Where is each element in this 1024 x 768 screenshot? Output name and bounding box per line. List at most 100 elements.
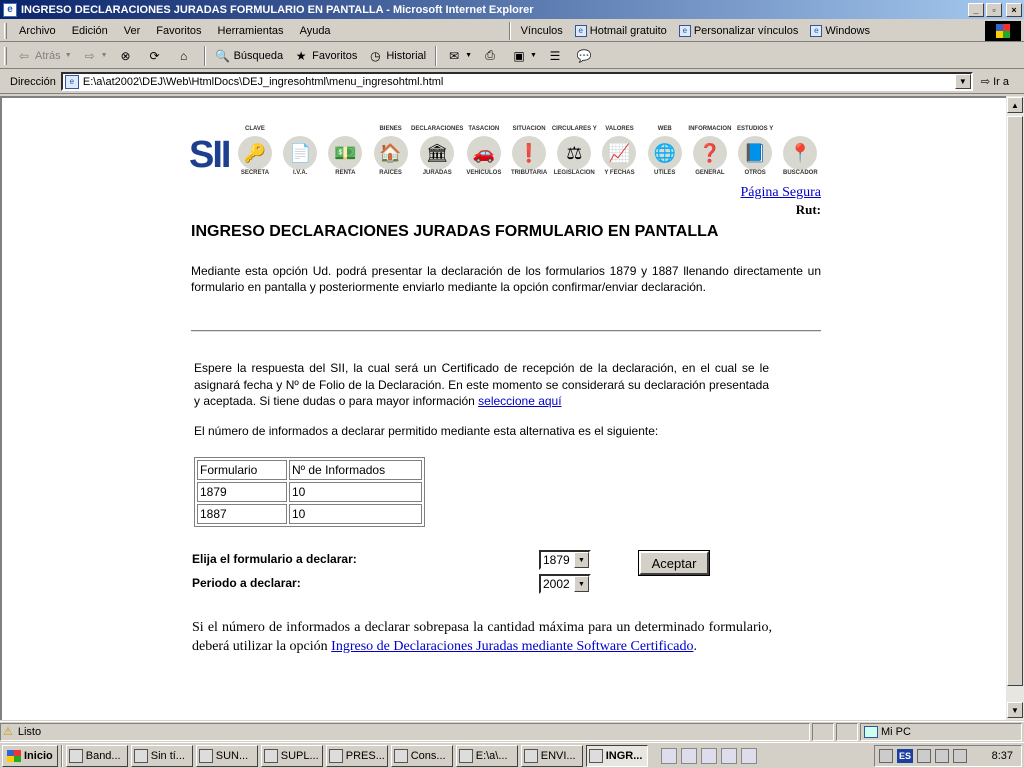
banner-valores-fechas[interactable]: VALORES 📈 Y FECHAS [597,126,642,178]
tray-icon[interactable] [879,749,893,763]
home-icon: ⌂ [179,48,188,63]
chevron-down-icon[interactable]: ▼ [574,576,589,592]
vertical-scrollbar[interactable]: ▲ ▼ [1006,96,1024,720]
banner-item-top: VALORES [605,126,634,132]
print-button[interactable]: ⎙ [477,45,506,67]
task-button[interactable]: E:\a\... [455,744,518,767]
tray-icon[interactable] [953,749,967,763]
quick-launch-icon[interactable] [740,747,757,764]
more-info-link[interactable]: seleccione aquí [478,394,561,408]
banner-situacion-tributaria[interactable]: SITUACION ❗ TRIBUTARIA [506,126,551,178]
task-button[interactable]: ENVI... [520,744,583,767]
banner-buscador[interactable]: 📍 BUSCADOR [778,126,823,178]
banner-bienes-raices[interactable]: BIENES 🏠 RAICES [368,126,413,178]
edit-button[interactable]: ▣ ▼ [506,45,542,67]
period-select[interactable]: 2002 ▼ [539,574,591,594]
address-input[interactable]: e E:\a\at2002\DEJ\Web\HtmlDocs\DEJ_ingre… [60,72,973,91]
toolbar-grip[interactable] [4,22,7,39]
ie-icon [523,748,538,763]
menu-edicion[interactable]: Edición [64,25,116,37]
task-button[interactable]: PRES... [325,744,388,767]
stop-button[interactable]: ⊗ [113,45,142,67]
secure-page-link[interactable]: Página Segura [741,185,821,201]
task-button[interactable]: Band... [65,744,128,767]
link-windows[interactable]: e Windows [804,24,876,37]
minimize-button[interactable]: _ [968,2,984,17]
status-pane [812,722,834,741]
status-bar: ⚠ Listo Mi PC [0,721,1024,741]
scroll-up-button[interactable]: ▲ [1007,97,1023,113]
banner-informacion-general[interactable]: INFORMACION ❓ GENERAL [687,126,732,178]
tray-icon[interactable] [917,749,931,763]
go-arrow-icon: ⇨ [980,76,991,88]
back-button[interactable]: ⇦ Atrás ▼ [11,45,77,67]
forward-button[interactable]: ⇨ ▼ [77,45,113,67]
toolbar-grip[interactable] [4,46,7,65]
task-button[interactable]: SUN... [195,744,258,767]
document-icon: 📄 [283,136,318,170]
menu-archivo[interactable]: Archivo [11,25,64,37]
scroll-thumb[interactable] [1007,116,1023,686]
refresh-button[interactable]: ⟳ [142,45,171,67]
go-button[interactable]: ⇨ Ir a [973,75,1009,89]
banner-item-bottom: RAICES [379,170,402,176]
banner-tasacion-vehiculos[interactable]: TASACION 🚗 VEHICULOS [461,126,506,178]
task-button[interactable]: Cons... [390,744,453,767]
close-button[interactable]: × [1006,2,1022,17]
volume-icon[interactable] [935,749,949,763]
links-label[interactable]: Vínculos [515,25,569,37]
quick-launch-icon[interactable] [660,747,677,764]
menu-favoritos[interactable]: Favoritos [148,25,209,37]
banner-web-utiles[interactable]: WEB 🌐 UTILES [642,126,687,178]
quick-launch-icon[interactable] [680,747,697,764]
start-button[interactable]: Inicio [2,744,58,767]
favorites-button[interactable]: ★ Favoritos [288,45,362,67]
window-titlebar[interactable]: e INGRESO DECLARACIONES JURADAS FORMULAR… [0,0,1024,19]
form-select-label: Elija el formulario a declarar: [192,552,357,566]
task-button[interactable]: SUPL... [260,744,323,767]
banner-circulares-legislacion[interactable]: CIRCULARES Y ⚖ LEGISLACION [552,126,597,178]
quick-launch-icon[interactable] [700,747,717,764]
sii-logo-text: SII [189,133,231,176]
address-dropdown-button[interactable]: ▼ [954,74,971,89]
chevron-down-icon[interactable]: ▼ [574,552,589,568]
clock[interactable]: 8:37 [992,750,1013,762]
software-certificado-link[interactable]: Ingreso de Declaraciones Juradas mediant… [331,639,693,654]
home-button[interactable]: ⌂ [171,45,200,67]
language-indicator[interactable]: ES [897,749,913,763]
address-url[interactable]: E:\a\at2002\DEJ\Web\HtmlDocs\DEJ_ingreso… [83,76,444,88]
banner-clave-secreta[interactable]: CLAVE 🔑 SECRETA [232,126,277,178]
banner-renta[interactable]: 💵 RENTA [323,126,368,178]
discuss-button[interactable]: ☰ [542,45,571,67]
banner-declaraciones-juradas[interactable]: DECLARACIONES 🏛 JURADAS [411,126,463,178]
search-icon: 🔍 [215,48,231,63]
mail-button[interactable]: ✉ ▼ [441,45,477,67]
accept-button[interactable]: Aceptar [638,550,710,576]
sii-logo[interactable]: SII [189,132,232,178]
table-row: 1887 10 [197,504,422,524]
menu-ayuda[interactable]: Ayuda [292,25,339,37]
link-personalizar[interactable]: e Personalizar vínculos [673,24,805,37]
task-button[interactable]: Sin tí... [130,744,193,767]
scroll-down-button[interactable]: ▼ [1007,702,1023,718]
maximize-button[interactable]: ▫ [986,2,1002,17]
menu-herramientas[interactable]: Herramientas [210,25,292,37]
banner-estudios-otros[interactable]: ESTUDIOS Y 📘 OTROS [733,126,778,178]
table-cell: 1887 [197,504,287,524]
word-icon [263,748,278,763]
search-button[interactable]: 🔍 Búsqueda [210,45,289,67]
scales-icon: ⚖ [557,136,592,170]
messenger-button[interactable]: 💬 [571,45,600,67]
history-button[interactable]: ◷ Historial [362,45,431,67]
money-icon: 💵 [328,136,363,170]
task-button-active[interactable]: INGR... [585,744,648,767]
form-select[interactable]: 1879 ▼ [539,550,591,570]
menu-ver[interactable]: Ver [116,25,149,37]
page-viewport[interactable]: SII CLAVE 🔑 SECRETA 📄 I.V.A. 💵 RENTA BIENES 🏠… [0,96,1008,720]
task-label: SUPL... [280,749,319,762]
warning-icon: ⚠ [3,726,13,738]
link-hotmail[interactable]: e Hotmail gratuito [569,24,673,37]
banner-iva[interactable]: 📄 I.V.A. [278,126,323,178]
quick-launch-icon[interactable] [720,747,737,764]
taskbar: Inicio Band... Sin tí... SUN... SUPL... … [0,742,1024,768]
